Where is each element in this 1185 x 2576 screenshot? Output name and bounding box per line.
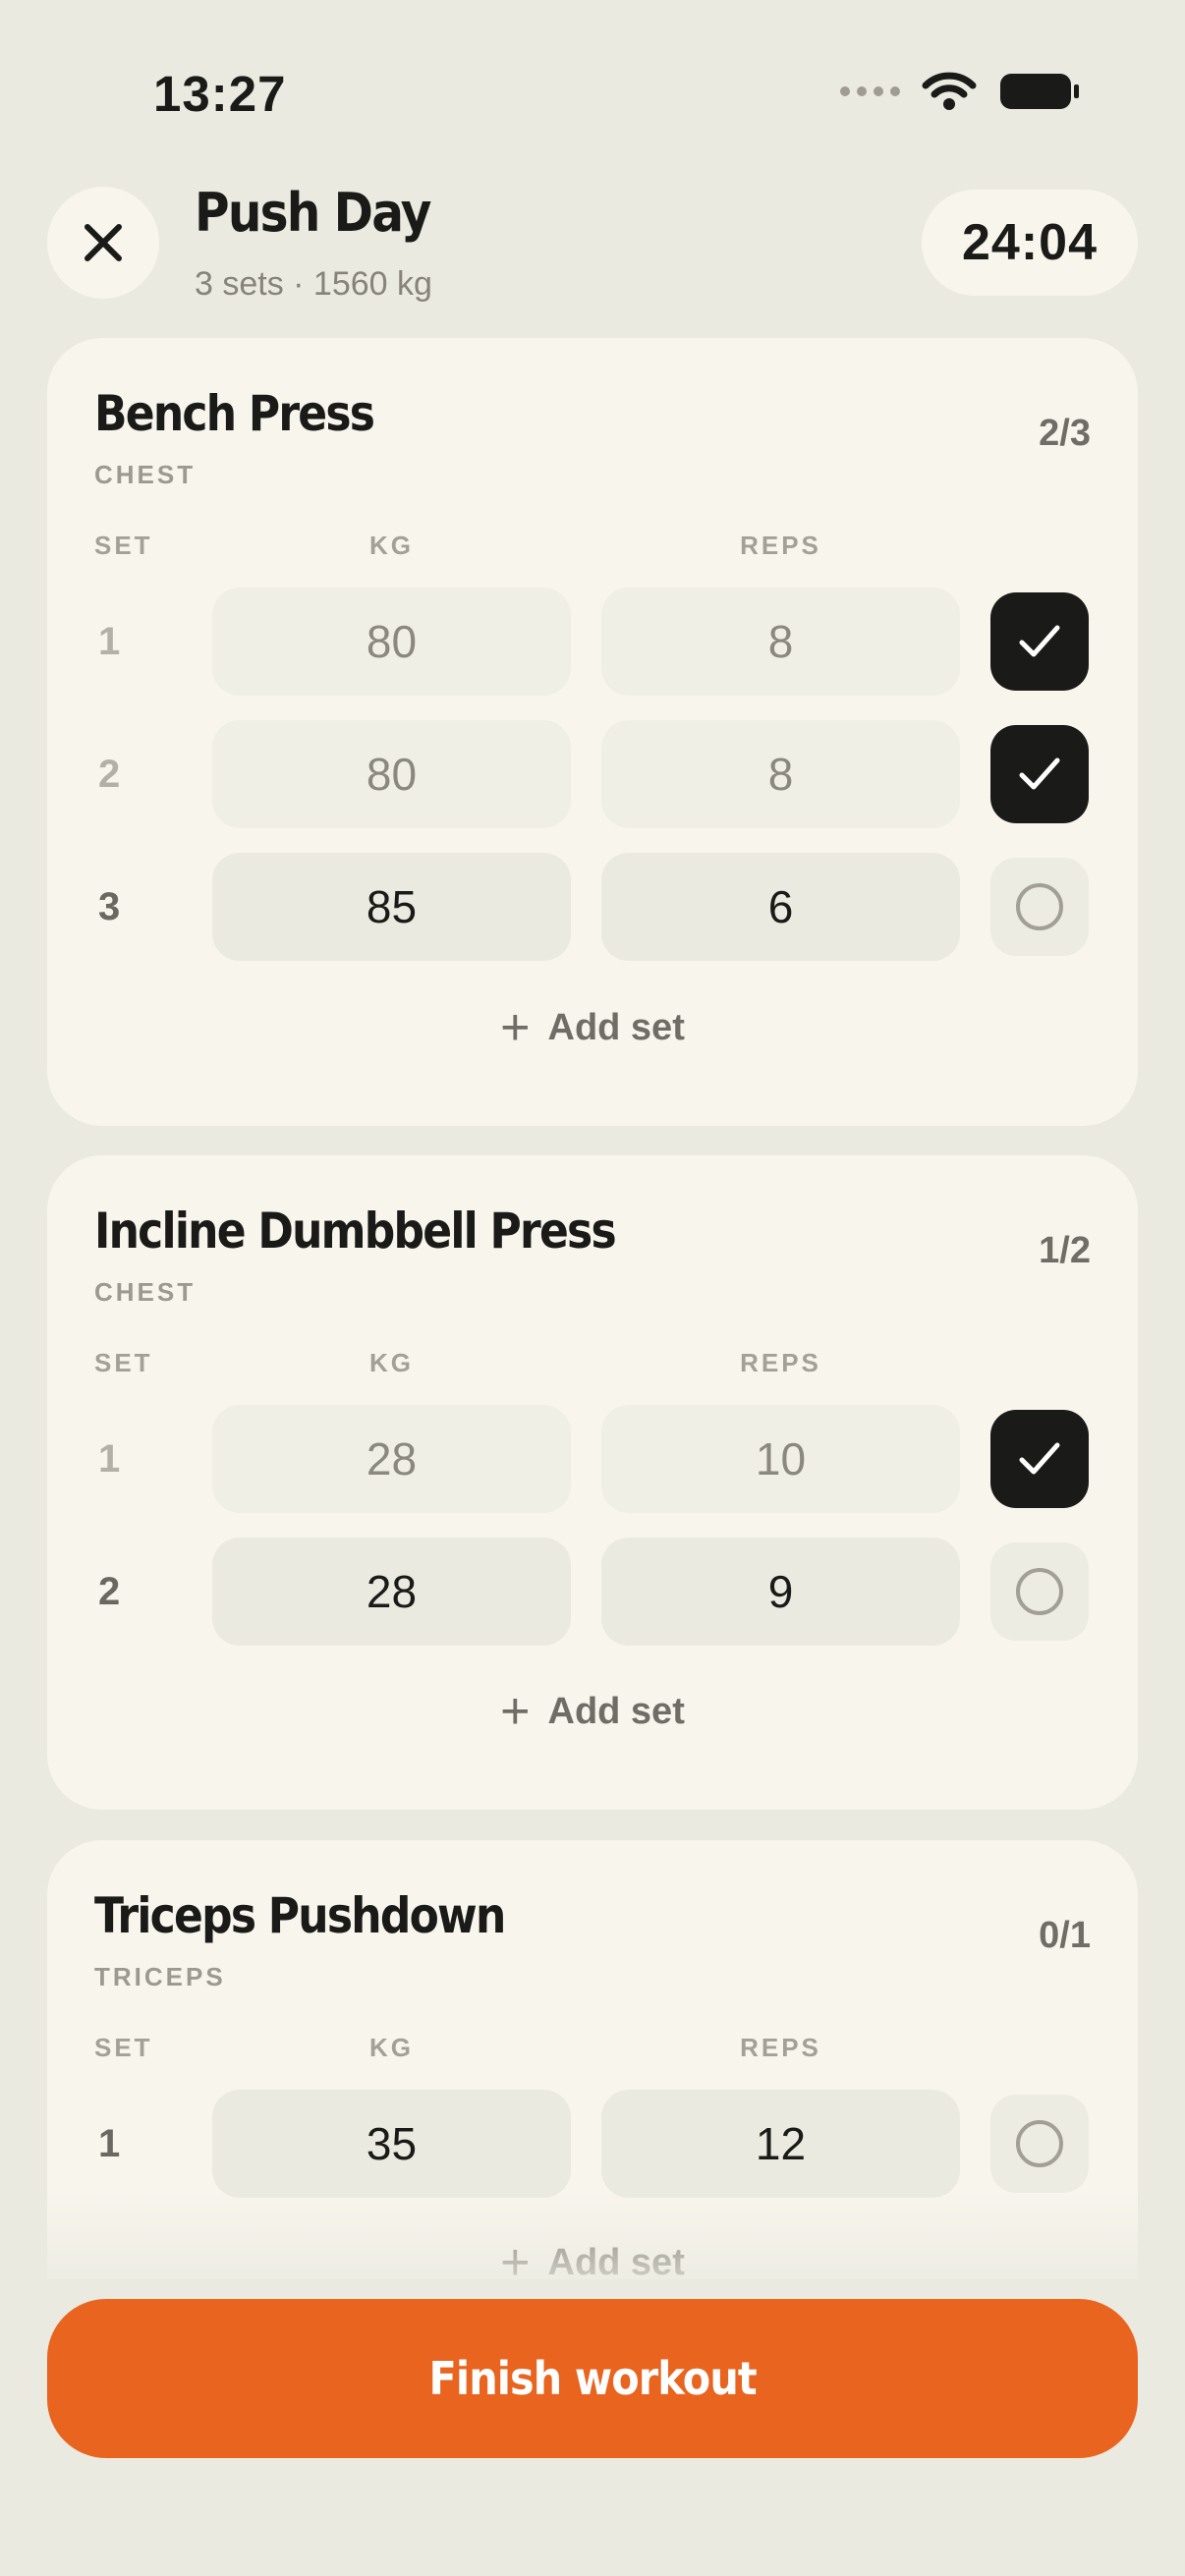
wifi-icon	[922, 72, 977, 110]
weight-input[interactable]: 35	[212, 2090, 571, 2198]
set-row: 3 85 6	[47, 853, 1138, 961]
close-button[interactable]	[47, 187, 159, 299]
column-header-reps: REPS	[740, 531, 821, 560]
column-header-set: SET	[94, 531, 153, 560]
set-row: 1 80 8	[47, 588, 1138, 696]
exercise-muscle-group: CHEST	[94, 460, 197, 489]
plus-icon: +	[500, 999, 531, 1056]
workout-summary: 3 sets · 1560 kg	[195, 265, 432, 303]
set-number: 3	[98, 885, 121, 928]
column-header-reps: REPS	[740, 1348, 821, 1377]
checkmark-icon	[1019, 625, 1060, 657]
checkmark-icon	[1019, 1442, 1060, 1475]
column-header-set: SET	[94, 1348, 153, 1377]
reps-input[interactable]: 6	[601, 853, 960, 961]
column-header-reps: REPS	[740, 2033, 821, 2062]
add-set-button[interactable]: + Add set	[47, 1002, 1138, 1053]
set-complete-checkbox[interactable]	[990, 1542, 1089, 1641]
set-number: 2	[98, 1570, 121, 1613]
plus-icon: +	[500, 1683, 531, 1740]
finish-workout-label: Finish workout	[428, 2352, 757, 2405]
set-row: 2 80 8	[47, 720, 1138, 828]
workout-title: Push Day	[195, 182, 431, 244]
close-icon	[85, 224, 122, 261]
set-complete-checkbox[interactable]	[990, 2095, 1089, 2193]
set-complete-checkbox[interactable]	[990, 858, 1089, 956]
checkmark-icon	[1019, 757, 1060, 790]
add-set-label: Add set	[547, 1690, 685, 1732]
set-number: 1	[98, 1437, 121, 1481]
column-header-set: SET	[94, 2033, 153, 2062]
exercise-name: Triceps Pushdown	[94, 1887, 506, 1944]
set-row: 1 35 12	[47, 2090, 1138, 2198]
weight-input[interactable]: 80	[212, 588, 571, 696]
weight-input[interactable]: 85	[212, 853, 571, 961]
set-number: 2	[98, 753, 121, 796]
column-header-kg: KG	[369, 2033, 414, 2062]
exercise-name: Bench Press	[94, 385, 375, 442]
workout-screen: 13:27 Push Day 3 sets · 1560 kg 24:04 Be…	[0, 0, 1185, 2576]
exercise-name: Incline Dumbbell Press	[94, 1203, 617, 1260]
exercise-progress: 2/3	[1039, 413, 1091, 454]
empty-circle-icon	[1016, 883, 1063, 930]
set-complete-checkbox[interactable]	[990, 1410, 1089, 1508]
set-row: 1 28 10	[47, 1405, 1138, 1513]
workout-timer: 24:04	[922, 190, 1138, 296]
reps-input[interactable]: 8	[601, 720, 960, 828]
weight-input[interactable]: 28	[212, 1538, 571, 1646]
set-complete-checkbox[interactable]	[990, 592, 1089, 691]
set-number: 1	[98, 2122, 121, 2165]
add-set-label: Add set	[547, 1006, 685, 1048]
reps-input[interactable]: 9	[601, 1538, 960, 1646]
column-header-kg: KG	[369, 531, 414, 560]
set-number: 1	[98, 620, 121, 663]
set-complete-checkbox[interactable]	[990, 725, 1089, 823]
battery-icon	[1000, 74, 1079, 109]
exercise-muscle-group: TRICEPS	[94, 1962, 226, 1991]
status-time: 13:27	[153, 66, 287, 122]
exercise-muscle-group: CHEST	[94, 1277, 197, 1307]
weight-input[interactable]: 80	[212, 720, 571, 828]
exercise-card-incline-dumbbell-press: Incline Dumbbell Press CHEST 1/2 SET KG …	[47, 1155, 1138, 1810]
add-set-button[interactable]: + Add set	[47, 1686, 1138, 1737]
cellular-signal-icon	[840, 86, 900, 96]
weight-input[interactable]: 28	[212, 1405, 571, 1513]
status-icons	[840, 71, 1081, 112]
set-row: 2 28 9	[47, 1538, 1138, 1646]
finish-workout-button[interactable]: Finish workout	[47, 2299, 1138, 2458]
empty-circle-icon	[1016, 1568, 1063, 1615]
workout-header: Push Day 3 sets · 1560 kg	[195, 187, 456, 304]
empty-circle-icon	[1016, 2120, 1063, 2167]
exercise-card-bench-press: Bench Press CHEST 2/3 SET KG REPS 1 80 8…	[47, 338, 1138, 1126]
exercise-progress: 0/1	[1039, 1915, 1091, 1956]
reps-input[interactable]: 12	[601, 2090, 960, 2198]
reps-input[interactable]: 10	[601, 1405, 960, 1513]
column-header-kg: KG	[369, 1348, 414, 1377]
reps-input[interactable]: 8	[601, 588, 960, 696]
exercise-progress: 1/2	[1039, 1230, 1091, 1271]
